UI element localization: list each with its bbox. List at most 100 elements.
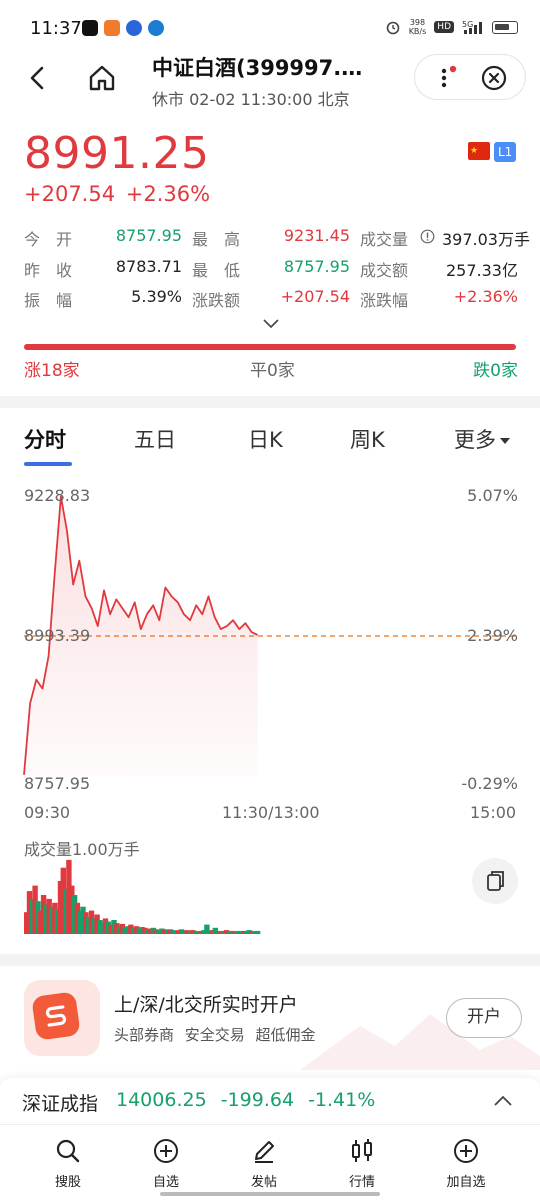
y-right-top: 5.07%: [467, 486, 518, 505]
chevron-left-icon: [30, 66, 44, 90]
intraday-chart[interactable]: 9228.83 8993.39 8757.95 5.07% 2.39% -0.2…: [0, 476, 540, 946]
volume-label: 成交量1.00万手: [24, 840, 140, 859]
low-label: 最 低: [192, 261, 241, 280]
expand-chevron-icon[interactable]: [262, 318, 280, 330]
last-price: 8991.25: [24, 128, 210, 179]
divider: [0, 954, 540, 966]
tab-five-day[interactable]: 五日: [134, 424, 176, 454]
amount-value: 257.33亿: [446, 261, 518, 280]
tab-intraday[interactable]: 分时: [24, 424, 66, 454]
high-label: 最 高: [192, 230, 241, 249]
level-badge[interactable]: L1: [494, 142, 517, 162]
caret-down-icon: [500, 438, 510, 444]
info-icon[interactable]: [420, 229, 435, 244]
promo-subtitle: 头部券商 安全交易 超低佣金: [114, 1026, 316, 1044]
breadth-bar: [24, 344, 516, 350]
tab-daily-k[interactable]: 日K: [248, 424, 283, 454]
y-right-mid: 2.39%: [467, 626, 518, 645]
paw-icon: [126, 20, 142, 36]
chart-canvas: [23, 495, 516, 934]
nav-search[interactable]: 搜股: [28, 1137, 108, 1190]
y-right-bottom: -0.29%: [461, 774, 518, 793]
battery-icon: [492, 20, 518, 34]
volume-value: 397.03万手: [442, 230, 530, 249]
status-app-icons: [82, 20, 164, 36]
promo-title: 上/深/北交所实时开户: [114, 994, 298, 1016]
pencil-icon: [255, 1141, 274, 1163]
nav-market-label: 行情: [348, 1175, 375, 1190]
decliners-count: 跌0家: [473, 361, 518, 381]
candlestick-icon: [352, 1139, 372, 1162]
back-button[interactable]: [18, 58, 58, 98]
alarm-icon: [386, 21, 399, 35]
tiktok-icon: [82, 20, 98, 36]
chart-tabs: 分时 五日 日K 周K 更多: [0, 408, 540, 468]
hd-badge: HD: [434, 21, 454, 33]
change-amount-value: +207.54: [280, 287, 350, 306]
home-button[interactable]: [82, 58, 122, 98]
change-amount-label: 涨跌额: [192, 291, 241, 310]
change-pct-value: +2.36%: [453, 287, 518, 306]
amount-label: 成交额: [360, 261, 409, 280]
logo-symbol-icon: [45, 1005, 67, 1027]
search-icon: [56, 1139, 80, 1163]
volume-bar: [254, 930, 261, 934]
mini-program-capsule: [414, 54, 526, 100]
prev-close-value: 8783.71: [115, 257, 182, 276]
x-mid: 11:30/13:00: [222, 803, 320, 822]
home-icon: [89, 65, 115, 91]
home-indicator: [160, 1192, 380, 1196]
app-icon: [104, 20, 120, 36]
price-change: +207.54 +2.36%: [24, 182, 211, 206]
advancers-count: 涨18家: [24, 361, 80, 381]
page-title: 中证白酒(399997.…: [152, 56, 363, 80]
browser-icon: [148, 20, 164, 36]
signal-icon: 5G: [462, 20, 482, 34]
svg-text:5G: 5G: [462, 20, 473, 29]
nav-add-watch-label: 加自选: [446, 1175, 486, 1190]
copy-icon: [487, 871, 504, 891]
broker-logo-icon: [24, 980, 100, 1056]
plus-circle-icon: [154, 1139, 178, 1163]
ticker-name: 深证成指: [22, 1093, 99, 1115]
nav-watchlist[interactable]: 自选: [126, 1137, 206, 1190]
china-flag-icon: ★: [468, 142, 490, 160]
tab-weekly-k[interactable]: 周K: [350, 424, 385, 454]
market-status: 休市 02-02 11:30:00 北京: [152, 90, 350, 109]
nav-post-label: 发帖: [250, 1175, 277, 1190]
header: 中证白酒(399997.… 休市 02-02 11:30:00 北京: [0, 44, 540, 116]
change-pct-label: 涨跌幅: [360, 291, 409, 310]
active-tab-indicator: [24, 462, 72, 466]
volume-label: 成交量: [360, 230, 409, 249]
unchanged-count: 平0家: [250, 361, 295, 381]
account-open-promo[interactable]: 上/深/北交所实时开户 头部券商 安全交易 超低佣金 开户: [0, 966, 540, 1070]
logo-mark: [31, 991, 81, 1041]
open-label: 今 开: [24, 230, 73, 249]
close-icon: [481, 65, 507, 91]
more-button[interactable]: [429, 63, 459, 93]
status-time: 11:37: [30, 18, 82, 39]
status-right: 398 KB/s HD 5G: [385, 18, 518, 36]
nav-market[interactable]: 行情: [322, 1137, 402, 1190]
amplitude-label: 振 幅: [24, 291, 73, 310]
tab-more[interactable]: 更多: [454, 424, 510, 454]
low-value: 8757.95: [283, 257, 350, 276]
close-button[interactable]: [479, 63, 509, 93]
tab-more-label: 更多: [454, 428, 496, 452]
amplitude-value: 5.39%: [131, 287, 182, 306]
plus-circle-icon: [454, 1139, 478, 1163]
open-account-button[interactable]: 开户: [446, 998, 522, 1038]
nav-search-label: 搜股: [54, 1175, 81, 1190]
nav-add-watch[interactable]: 加自选: [426, 1137, 506, 1190]
y-left-mid: 8993.39: [24, 626, 91, 645]
copy-button[interactable]: [472, 858, 518, 904]
chevron-up-icon[interactable]: [492, 1094, 514, 1108]
bottom-nav: 搜股 自选 发帖 行情 加自选: [0, 1124, 540, 1200]
index-ticker[interactable]: 深证成指 14006.25 -199.64 -1.41%: [0, 1078, 540, 1124]
ticker-values: 14006.25 -199.64 -1.41%: [116, 1089, 376, 1111]
high-value: 9231.45: [283, 226, 350, 245]
x-end: 15:00: [470, 803, 517, 822]
open-value: 8757.95: [115, 226, 182, 245]
y-left-bottom: 8757.95: [24, 774, 91, 793]
nav-post[interactable]: 发帖: [224, 1137, 304, 1190]
